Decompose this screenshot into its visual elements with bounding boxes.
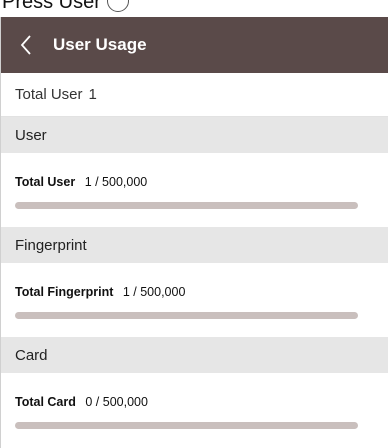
usage-label: Total User bbox=[15, 175, 76, 189]
usage-progress-bar bbox=[15, 422, 358, 429]
usage-line: Total User 1 / 500,000 bbox=[15, 175, 374, 189]
section-header-card: Card bbox=[1, 337, 388, 373]
title-bar: User Usage bbox=[1, 17, 388, 73]
usage-progress-bar bbox=[15, 202, 358, 209]
partial-heading: Press User bbox=[2, 0, 129, 14]
section-header-user: User bbox=[1, 117, 388, 153]
partial-heading-text: Press User bbox=[2, 0, 101, 13]
section-title: Card bbox=[15, 346, 48, 364]
usage-line: Total Fingerprint 1 / 500,000 bbox=[15, 285, 374, 299]
section-header-fingerprint: Fingerprint bbox=[1, 227, 388, 263]
section-body-card: Total Card 0 / 500,000 bbox=[1, 373, 388, 447]
circle-icon bbox=[106, 0, 129, 12]
usage-progress-bar bbox=[15, 312, 358, 319]
user-usage-screen: User Usage Total User 1 User Total User … bbox=[0, 17, 388, 448]
section-title: Fingerprint bbox=[15, 236, 87, 254]
section-body-user: Total User 1 / 500,000 bbox=[1, 153, 388, 227]
section-body-fingerprint: Total Fingerprint 1 / 500,000 bbox=[1, 263, 388, 337]
usage-value: 1 / 500,000 bbox=[84, 175, 148, 189]
usage-line: Total Card 0 / 500,000 bbox=[15, 395, 374, 409]
total-user-summary: Total User 1 bbox=[1, 73, 388, 117]
usage-value: 1 / 500,000 bbox=[122, 285, 186, 299]
page-title: User Usage bbox=[53, 35, 147, 54]
usage-label: Total Fingerprint bbox=[15, 285, 114, 299]
chevron-left-icon[interactable] bbox=[15, 34, 37, 56]
summary-label: Total User bbox=[15, 86, 83, 103]
usage-label: Total Card bbox=[15, 395, 76, 409]
section-title: User bbox=[15, 126, 47, 144]
summary-value: 1 bbox=[88, 86, 97, 103]
usage-value: 0 / 500,000 bbox=[85, 395, 148, 409]
partial-heading-strip: Press User bbox=[0, 0, 388, 17]
